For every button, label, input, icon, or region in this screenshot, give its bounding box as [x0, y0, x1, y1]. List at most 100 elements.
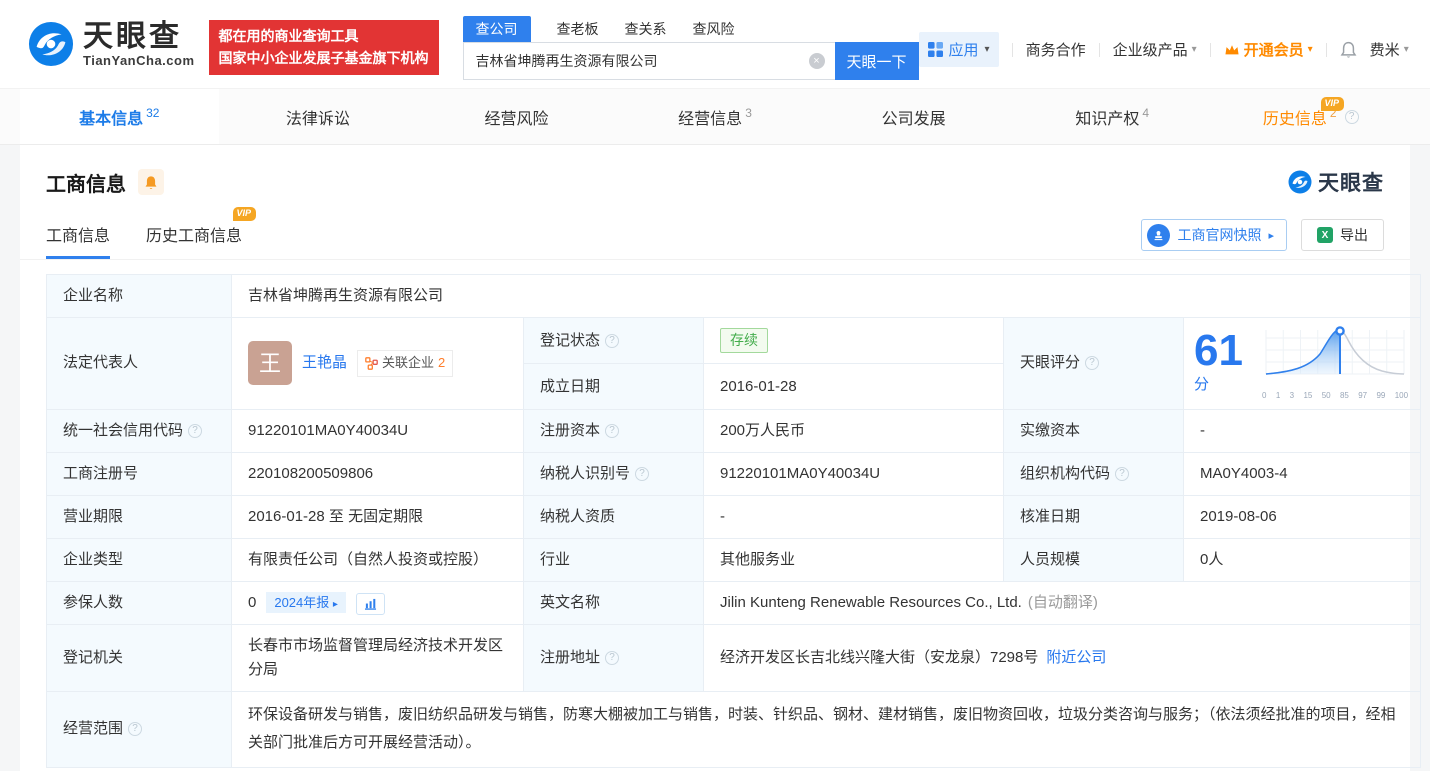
- subtab-row: 工商信息 VIP 历史工商信息 工商官网快照 ▸: [20, 219, 1410, 260]
- official-snapshot-button[interactable]: 工商官网快照 ▸: [1141, 219, 1287, 251]
- field-value-insured-count: 02024年报 ▸: [232, 581, 524, 624]
- tianyancha-watermark: 天眼查: [1288, 167, 1384, 197]
- field-label-taxpayer-id: 纳税人识别号?: [524, 452, 704, 495]
- top-header: 天眼查 TianYanCha.com 都在用的商业查询工具 国家中小企业发展子基…: [0, 0, 1430, 88]
- tab-basic-info[interactable]: 基本信息32: [20, 89, 219, 144]
- help-icon[interactable]: ?: [188, 424, 202, 438]
- nav-enterprise-products[interactable]: 企业级产品 ▾: [1113, 39, 1197, 60]
- field-value-taxpayer-id: 91220101MA0Y40034U: [704, 452, 1004, 495]
- search-tabs: 查公司 查老板 查关系 查风险: [463, 16, 919, 42]
- tab-legal-litigation[interactable]: 法律诉讼: [219, 89, 418, 144]
- field-label-paid-capital: 实缴资本: [1004, 409, 1184, 452]
- apps-menu[interactable]: 应用 ▾: [919, 32, 999, 67]
- field-value-reg-capital: 200万人民币: [704, 409, 1004, 452]
- score-tick-label: 1: [1276, 390, 1280, 403]
- apps-label: 应用: [949, 39, 979, 60]
- notification-bell-icon[interactable]: [1340, 41, 1357, 59]
- field-label-reg-status: 登记状态?: [524, 318, 704, 364]
- help-icon[interactable]: ?: [1085, 356, 1099, 370]
- field-label-org-code: 组织机构代码?: [1004, 452, 1184, 495]
- promo-banner: 都在用的商业查询工具 国家中小企业发展子基金旗下机构: [209, 20, 439, 75]
- tianyancha-logo-icon: [28, 21, 74, 67]
- tab-operation-info[interactable]: 经营信息3: [616, 89, 815, 144]
- nav-open-vip[interactable]: 开通会员 ▾: [1224, 39, 1313, 60]
- search-tab-boss[interactable]: 查老板: [557, 19, 599, 39]
- related-companies-badge[interactable]: 关联企业 2: [357, 350, 453, 377]
- tab-company-development[interactable]: 公司发展: [814, 89, 1013, 144]
- score-tick-label: 0: [1262, 390, 1266, 403]
- auto-translate-note: (自动翻译): [1028, 594, 1098, 611]
- subscribe-bell-icon[interactable]: [138, 169, 164, 195]
- tab-history-info[interactable]: VIP 历史信息2 ?: [1211, 89, 1410, 144]
- promo-line-2: 国家中小企业发展子基金旗下机构: [219, 48, 429, 70]
- help-icon[interactable]: ?: [635, 467, 649, 481]
- field-value-paid-capital: -: [1184, 409, 1421, 452]
- score-tick-label: 3: [1290, 390, 1294, 403]
- field-value-reg-address: 经济开发区长吉北线兴隆大街（安龙泉）7298号附近公司: [704, 624, 1421, 691]
- nav-user[interactable]: 费米 ▾: [1370, 39, 1409, 60]
- caret-down-icon: ▾: [1192, 44, 1197, 55]
- score-tick-label: 100: [1395, 390, 1408, 403]
- help-icon[interactable]: ?: [1115, 467, 1129, 481]
- tab-count: 4: [1142, 106, 1149, 120]
- score-unit: 分: [1194, 376, 1209, 393]
- search-tab-company[interactable]: 查公司: [463, 16, 531, 42]
- brand-name: 天眼查: [83, 20, 195, 53]
- field-label-reg-authority: 登记机关: [47, 624, 232, 691]
- legal-rep-avatar[interactable]: 王: [248, 341, 292, 385]
- field-value-company-type: 有限责任公司（自然人投资或控股）: [232, 538, 524, 581]
- search-button[interactable]: 天眼一下: [835, 42, 919, 80]
- main-content: 工商信息 天眼查 工商信息 VIP 历史工商: [0, 145, 1430, 771]
- field-label-industry: 行业: [524, 538, 704, 581]
- insured-trend-chart-button[interactable]: [356, 593, 385, 615]
- field-label-approval-date: 核准日期: [1004, 495, 1184, 538]
- search-input[interactable]: [463, 42, 835, 80]
- help-icon[interactable]: ?: [128, 722, 142, 736]
- caret-down-icon: ▾: [1404, 44, 1409, 55]
- annual-report-chip[interactable]: 2024年报 ▸: [266, 592, 346, 613]
- vip-badge: VIP: [233, 207, 257, 221]
- field-label-taxpayer-quality: 纳税人资质: [524, 495, 704, 538]
- search-tab-risk[interactable]: 查风险: [693, 19, 735, 39]
- clear-search-icon[interactable]: ×: [809, 53, 825, 69]
- tab-operation-risk[interactable]: 经营风险: [417, 89, 616, 144]
- help-icon[interactable]: ?: [605, 334, 619, 348]
- field-label-company-name: 企业名称: [47, 275, 232, 318]
- section-title: 工商信息: [46, 168, 126, 197]
- field-value-reg-authority: 长春市市场监督管理局经济技术开发区分局: [232, 624, 524, 691]
- tab-intellectual-property[interactable]: 知识产权4: [1013, 89, 1212, 144]
- score-chart[interactable]: 0131550859799100: [1260, 324, 1410, 403]
- arrow-right-icon: ▸: [1268, 229, 1274, 242]
- subtab-history-business-info[interactable]: VIP 历史工商信息: [146, 222, 242, 259]
- field-value-business-scope: 环保设备研发与销售，废旧纺织品研发与销售，防寒大棚被加工与销售，时装、针织品、钢…: [232, 691, 1421, 767]
- top-nav: 应用 ▾ 商务合作 企业级产品 ▾ 开通会员 ▾ 费米: [919, 20, 1409, 67]
- field-label-insured-count: 参保人数: [47, 581, 232, 624]
- field-value-staff-size: 0人: [1184, 538, 1421, 581]
- field-value-credit-code: 91220101MA0Y40034U: [232, 409, 524, 452]
- field-value-legal-rep: 王 王艳晶 关联企业 2: [232, 318, 524, 410]
- subtab-business-info[interactable]: 工商信息: [46, 222, 110, 259]
- score-tick-label: 85: [1340, 390, 1349, 403]
- apps-grid-icon: [928, 42, 943, 57]
- help-icon[interactable]: ?: [605, 651, 619, 665]
- help-icon[interactable]: ?: [1345, 110, 1359, 124]
- field-value-english-name: Jilin Kunteng Renewable Resources Co., L…: [704, 581, 1421, 624]
- excel-icon: X: [1317, 227, 1333, 243]
- score-chart-ticks: 0131550859799100: [1260, 390, 1410, 403]
- help-icon[interactable]: ?: [605, 424, 619, 438]
- nav-cooperation[interactable]: 商务合作: [1026, 39, 1086, 60]
- tab-count: 32: [146, 106, 159, 120]
- brand-logo[interactable]: 天眼查 TianYanCha.com: [28, 20, 195, 68]
- table-row: 工商注册号 220108200509806 纳税人识别号? 91220101MA…: [47, 452, 1421, 495]
- nearby-companies-link[interactable]: 附近公司: [1046, 649, 1106, 666]
- legal-rep-name-link[interactable]: 王艳晶: [302, 351, 347, 375]
- nav-divider: [1210, 43, 1211, 57]
- field-value-approval-date: 2019-08-06: [1184, 495, 1421, 538]
- watermark-label: 天眼查: [1318, 167, 1384, 197]
- export-button[interactable]: X 导出: [1301, 219, 1384, 251]
- score-value: 61: [1194, 326, 1243, 375]
- search-tab-relation[interactable]: 查关系: [625, 19, 667, 39]
- table-row: 登记机关 长春市市场监督管理局经济技术开发区分局 注册地址? 经济开发区长吉北线…: [47, 624, 1421, 691]
- score-tick-label: 99: [1376, 390, 1385, 403]
- table-row: 营业期限 2016-01-28 至 无固定期限 纳税人资质 - 核准日期 201…: [47, 495, 1421, 538]
